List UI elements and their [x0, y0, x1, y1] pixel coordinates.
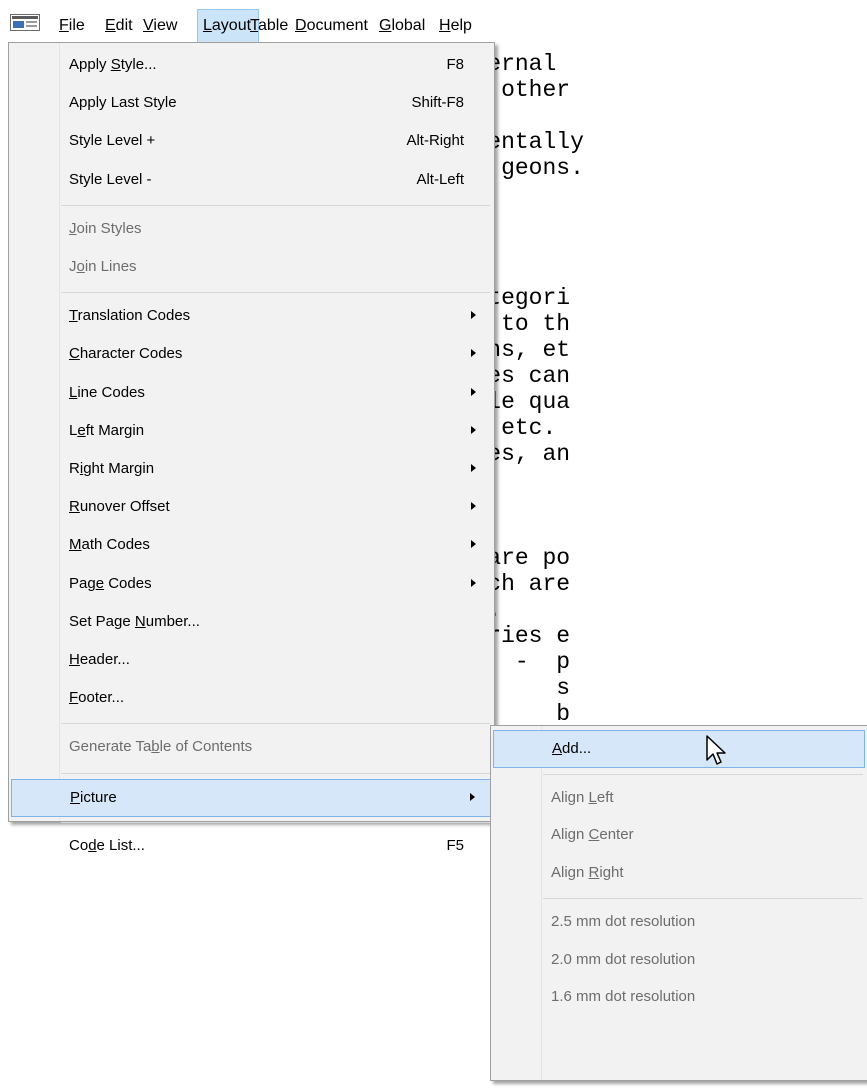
- menu-item-label: Code List...: [69, 836, 145, 854]
- menu-table[interactable]: Table: [245, 9, 293, 43]
- menu-separator: [61, 204, 490, 206]
- menu-item-label: Generate Table of Contents: [69, 738, 253, 756]
- submenu-arrow-icon: [471, 502, 476, 511]
- menu-label: View: [143, 17, 178, 34]
- menu-view[interactable]: View: [138, 9, 193, 43]
- menu-item-shortcut: Alt-Right: [406, 132, 464, 150]
- menu-item-label: Join Lines: [69, 258, 137, 275]
- menu-item-label: Apply Last Style: [69, 94, 177, 112]
- menu-item-2-5-mm-dot-resolution: 2.5 mm dot resolution: [493, 904, 865, 942]
- menu-item-label: Set Page Number...: [69, 612, 200, 630]
- menu-item-label: Character Codes: [69, 345, 183, 363]
- menu-item-join-styles: Join Styles: [11, 211, 492, 249]
- menu-item-label: Math Codes: [69, 536, 150, 554]
- menu-separator: [543, 898, 863, 899]
- menu-label: Global: [379, 17, 426, 34]
- menu-item-label: Apply Style...: [69, 56, 157, 73]
- submenu-arrow-icon: [471, 540, 476, 549]
- menu-item-2-0-mm-dot-resolution: 2.0 mm dot resolution: [493, 942, 865, 980]
- menu-item-apply-style[interactable]: Apply Style... F8: [11, 47, 492, 85]
- menu-item-translation-codes[interactable]: Translation Codes: [11, 298, 492, 336]
- menu-separator: [61, 292, 490, 294]
- menu-item-label: Align Left: [551, 788, 614, 806]
- menu-label: Help: [439, 17, 472, 34]
- menu-item-label: 2.0 mm dot resolution: [551, 950, 696, 968]
- app-window-icon[interactable]: [10, 14, 40, 31]
- menu-item-label: Right Margin: [69, 460, 155, 477]
- submenu-arrow-icon: [471, 349, 476, 358]
- menu-label: Document: [295, 17, 368, 34]
- menu-label: Table: [250, 17, 289, 34]
- menu-file[interactable]: File: [54, 9, 99, 43]
- menu-item-right-margin[interactable]: Right Margin: [11, 451, 492, 489]
- menu-document[interactable]: Document: [290, 9, 375, 43]
- menu-separator: [61, 772, 490, 774]
- menu-item-label: 1.6 mm dot resolution: [551, 988, 696, 1005]
- menu-item-label: Picture: [70, 788, 117, 806]
- menu-item-1-6-mm-dot-resolution: 1.6 mm dot resolution: [493, 979, 865, 1017]
- menubar: File Edit View Layout Table Document Global Hel…: [0, 0, 867, 43]
- menu-item-label: Translation Codes: [69, 307, 191, 325]
- menu-item-left-margin[interactable]: Left Margin: [11, 413, 492, 451]
- submenu-arrow-icon: [471, 311, 476, 320]
- menu-item-label: Line Codes: [69, 383, 145, 401]
- menu-item-label: Align Right: [551, 863, 624, 881]
- menu-item-label: Footer...: [69, 689, 125, 707]
- submenu-arrow-icon: [471, 578, 476, 587]
- menu-item-shortcut: Shift-F8: [411, 94, 464, 112]
- menu-item-label: 2.5 mm dot resolution: [551, 913, 696, 930]
- layout-menu: Apply Style... F8 Apply Last Style Shift-F8…: [8, 42, 495, 854]
- menu-separator: [543, 773, 863, 775]
- menu-item-label: Left Margin: [69, 421, 145, 439]
- menu-item-label: Align Center: [551, 826, 634, 843]
- submenu-arrow-icon: [471, 464, 476, 472]
- menu-item-label: Add...: [552, 740, 592, 757]
- menu-item-line-codes[interactable]: Line Codes: [11, 375, 492, 413]
- menu-item-align-left: Align Left: [493, 780, 865, 818]
- menu-item-add[interactable]: Add...: [493, 730, 865, 768]
- menu-item-label: Header...: [69, 651, 130, 668]
- menu-item-shortcut: F5: [446, 836, 464, 854]
- menu-item-label: Runover Offset: [69, 498, 170, 516]
- menu-item-header[interactable]: Header...: [11, 642, 492, 680]
- menu-item-runover-offset[interactable]: Runover Offset: [11, 489, 492, 527]
- menu-item-footer[interactable]: Footer...: [11, 680, 492, 718]
- menu-separator: [61, 821, 490, 823]
- menu-item-style-level[interactable]: Style Level - Alt-Left: [11, 162, 492, 200]
- menu-item-style-level[interactable]: Style Level + Alt-Right: [11, 123, 492, 161]
- menu-item-code-list[interactable]: Code List... F5: [11, 828, 492, 866]
- menu-global[interactable]: Global: [374, 9, 433, 43]
- menu-item-label: Join Styles: [69, 219, 142, 237]
- menu-item-shortcut: F8: [446, 56, 464, 73]
- menu-edit[interactable]: Edit: [100, 9, 138, 43]
- menu-label: Layout: [203, 17, 252, 34]
- menu-item-label: Style Level -: [69, 170, 152, 188]
- menu-label: Edit: [105, 17, 133, 34]
- menu-item-picture[interactable]: Picture: [11, 778, 492, 817]
- menu-item-page-codes[interactable]: Page Codes: [11, 566, 492, 604]
- menu-item-align-center: Align Center: [493, 817, 865, 855]
- menu-item-generate-table-of-contents: Generate Table of Contents: [11, 729, 492, 767]
- menu-item-character-codes[interactable]: Character Codes: [11, 336, 492, 374]
- menu-label: File: [59, 17, 85, 34]
- menu-item-set-page-number[interactable]: Set Page Number...: [11, 604, 492, 642]
- menu-item-label: Page Codes: [69, 574, 152, 592]
- submenu-arrow-icon: [471, 387, 476, 396]
- mouse-cursor-icon: [706, 735, 726, 765]
- menu-help[interactable]: Help: [434, 9, 480, 43]
- submenu-arrow-icon: [470, 792, 475, 801]
- menu-item-align-right: Align Right: [493, 855, 865, 893]
- menu-separator: [61, 723, 490, 725]
- menu-item-math-codes[interactable]: Math Codes: [11, 527, 492, 565]
- menu-item-join-lines: Join Lines: [11, 249, 492, 287]
- menu-item-apply-last-style[interactable]: Apply Last Style Shift-F8: [11, 85, 492, 123]
- submenu-arrow-icon: [471, 425, 476, 434]
- menu-item-shortcut: Alt-Left: [416, 170, 464, 188]
- picture-submenu: Add... Align Left Align Center Align Right 2…: [490, 725, 867, 1081]
- menu-item-label: Style Level +: [69, 132, 156, 150]
